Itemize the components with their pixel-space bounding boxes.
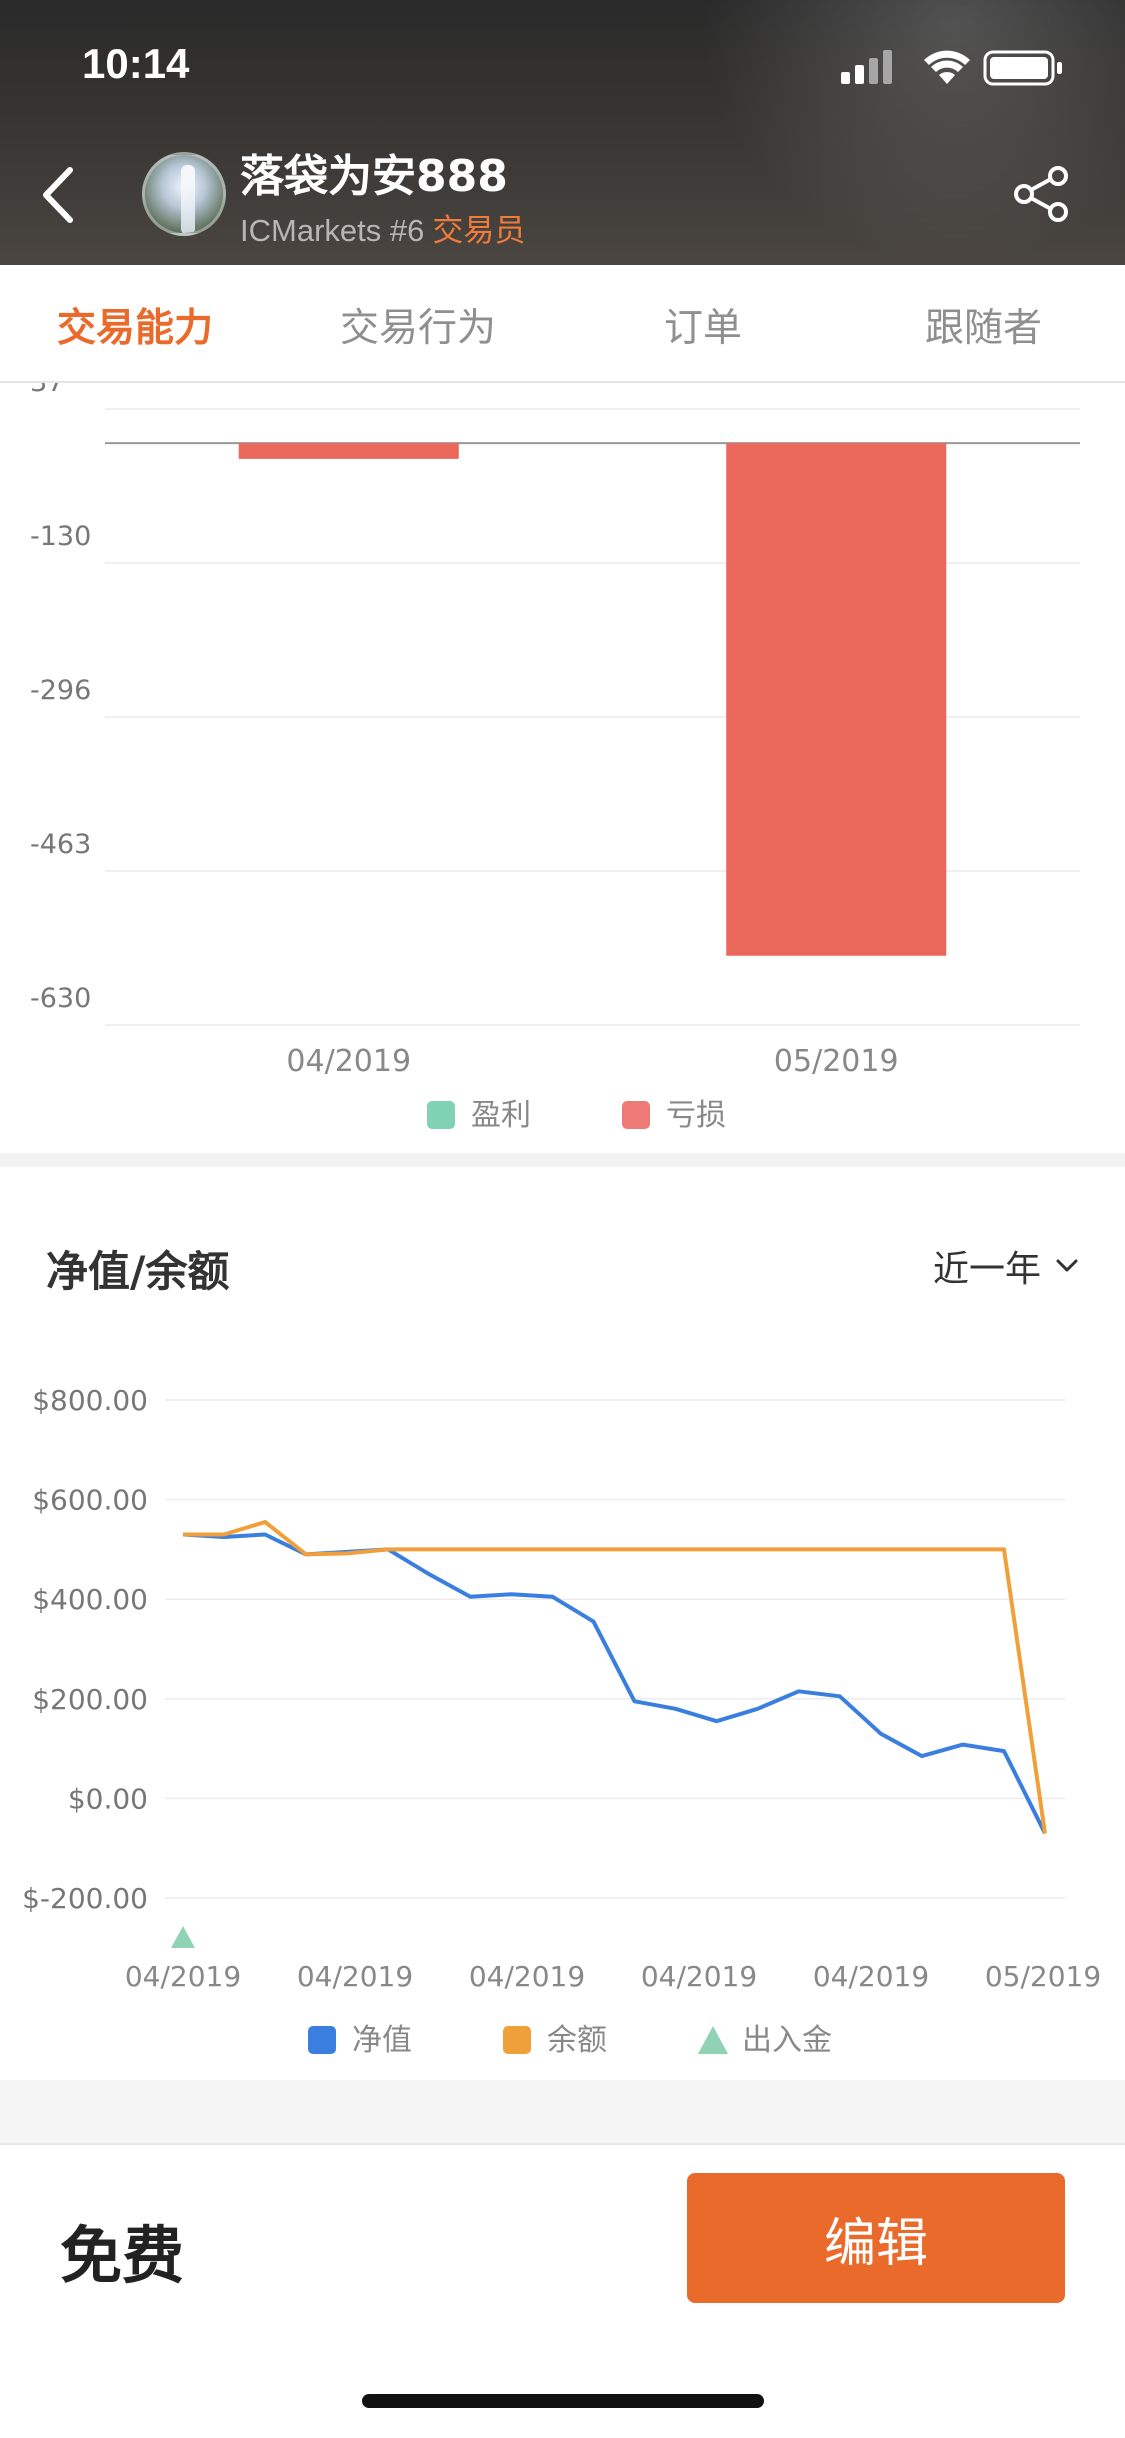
y-tick-label: $600.00 <box>32 1484 148 1517</box>
y-tick-label: $800.00 <box>32 1384 148 1417</box>
bar-loss <box>238 443 459 459</box>
y-tick-label: $0.00 <box>68 1782 148 1815</box>
x-tick-label: 05/2019 <box>985 1960 1101 1993</box>
tab-followers[interactable]: 跟随者 <box>925 297 1042 353</box>
tab-trading-behavior[interactable]: 交易行为 <box>340 297 496 353</box>
status-time: 10:14 <box>82 40 190 87</box>
legend-swatch <box>622 1101 650 1129</box>
y-tick-label: $-200.00 <box>22 1882 148 1915</box>
monthly-profit-loss-chart: 37 -130 -296 -463 -630 04/2019 05/2019 盈利 亏损 <box>30 383 1080 1133</box>
chevron-down-icon <box>1056 1259 1078 1272</box>
equity-balance-card: 净值/余额 近一年 $800.00 $600.00 $400.00 $200.00 $0… <box>0 1168 1125 2080</box>
x-tick-label: 04/2019 <box>297 1960 413 1993</box>
legend-label: 盈利 <box>471 1098 531 1133</box>
period-label: 近一年 <box>932 1249 1041 1290</box>
x-tick-label: 04/2019 <box>641 1960 757 1993</box>
y-tick-label: -130 <box>30 521 91 552</box>
home-indicator <box>362 2394 764 2408</box>
y-tick-label: -296 <box>30 675 91 706</box>
status-icons <box>841 50 1062 86</box>
trader-name: 落袋为安888 <box>240 151 508 202</box>
legend-swatch <box>698 2026 728 2054</box>
role-badge: 交易员 <box>432 213 526 249</box>
price-label: 免费 <box>60 2219 185 2292</box>
legend-label: 净值 <box>352 2023 412 2058</box>
y-tick-label: $200.00 <box>32 1683 148 1716</box>
avatar[interactable] <box>142 152 226 236</box>
section-divider <box>0 1153 1125 1167</box>
back-icon[interactable] <box>28 150 88 240</box>
y-tick-label: -630 <box>30 983 91 1014</box>
series-line-equity <box>182 1532 1047 1835</box>
x-tick-label: 04/2019 <box>813 1960 929 1993</box>
equity-balance-chart: $800.00 $600.00 $400.00 $200.00 $0.00 $-200.0… <box>22 1384 1101 2058</box>
legend-swatch <box>427 1101 455 1129</box>
legend-swatch <box>503 2026 531 2054</box>
wifi-icon <box>924 50 970 84</box>
equity-balance-title: 净值/余额 <box>46 1247 230 1296</box>
edit-button[interactable]: 编辑 <box>687 2173 1065 2303</box>
legend-label: 余额 <box>547 2023 607 2058</box>
y-tick-label: 37 <box>30 383 64 398</box>
trader-subtitle: ICMarkets #6 交易员 <box>240 205 525 250</box>
share-icon[interactable] <box>1010 162 1074 226</box>
tab-trading-ability[interactable]: 交易能力 <box>57 297 213 353</box>
legend-label: 出入金 <box>742 2023 832 2058</box>
x-tick-label: 05/2019 <box>774 1044 899 1079</box>
x-tick-label: 04/2019 <box>125 1960 241 1993</box>
x-tick-label: 04/2019 <box>469 1960 585 1993</box>
signal-icon <box>841 50 892 84</box>
broker-account: ICMarkets #6 <box>240 213 425 248</box>
x-tick-label: 04/2019 <box>286 1044 411 1079</box>
period-dropdown[interactable]: 近一年 <box>933 1240 1079 1292</box>
app-header: 10:14 落袋为安888 ICMarkets #6 交易员 <box>0 0 1125 265</box>
bar-loss <box>726 443 947 956</box>
tab-orders[interactable]: 订单 <box>664 297 742 353</box>
section-divider-bottom <box>0 2080 1125 2143</box>
series-line-balance <box>183 1520 1047 1834</box>
legend-label: 亏损 <box>666 1098 726 1133</box>
tab-bar: 交易能力 交易行为 订单 跟随者 <box>0 265 1125 383</box>
battery-icon <box>983 50 1062 86</box>
y-tick-label: $400.00 <box>32 1583 148 1616</box>
legend-swatch <box>308 2026 336 2054</box>
deposit-marker <box>171 1926 195 1948</box>
y-tick-label: -463 <box>30 829 91 860</box>
